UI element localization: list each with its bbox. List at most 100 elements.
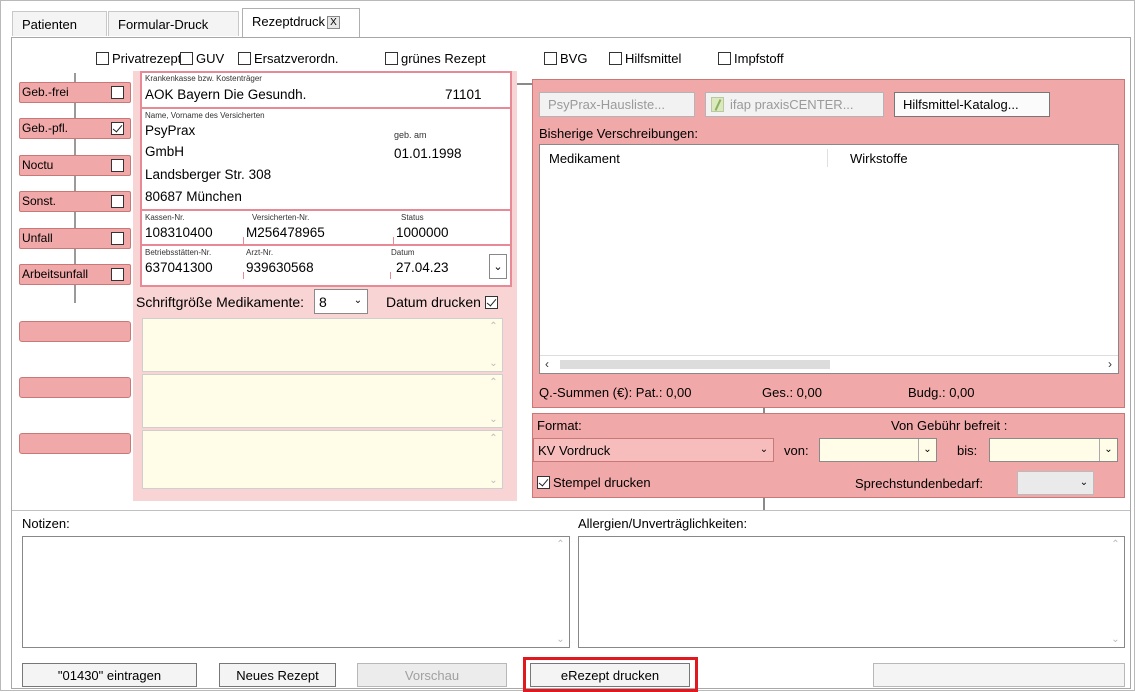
checkbox-datum-drucken[interactable]: Datum drucken xyxy=(386,294,501,310)
divider xyxy=(142,244,510,246)
von-date-select[interactable]: ⌄ xyxy=(819,438,937,462)
checkbox-box[interactable] xyxy=(111,159,124,172)
kassen-value: 108310400 xyxy=(145,225,213,240)
scrollbar[interactable]: ⌃ ⌄ xyxy=(485,319,502,371)
button-label: ifap praxisCENTER... xyxy=(730,97,854,112)
hilfsmittel-katalog-button[interactable]: Hilfsmittel-Katalog... xyxy=(894,92,1050,117)
medication-3-button[interactable] xyxy=(19,433,131,454)
tab-formular-druck[interactable]: Formular-Druck xyxy=(108,11,239,36)
scrollbar[interactable]: ⌃ ⌄ xyxy=(485,375,502,427)
toggle-unfall[interactable]: Unfall xyxy=(19,228,131,249)
toggle-geb-frei[interactable]: Geb.-frei xyxy=(19,82,131,103)
datum-value: 27.04.23 xyxy=(396,260,449,275)
chevron-left-icon[interactable]: ‹ xyxy=(545,357,549,371)
chevron-up-icon: ⌃ xyxy=(489,377,498,388)
medication-1-input[interactable]: ⌃ ⌄ xyxy=(142,318,503,372)
ifap-praxiscenter-button[interactable]: ifap praxisCENTER... xyxy=(705,92,884,117)
divider xyxy=(142,107,510,109)
allergien-input[interactable]: ⌃ ⌄ xyxy=(578,536,1125,648)
toggle-sonst[interactable]: Sonst. xyxy=(19,191,131,212)
font-size-select[interactable]: 8 ⌄ xyxy=(314,289,368,314)
medication-1-button[interactable] xyxy=(19,321,131,342)
checkbox-box[interactable] xyxy=(111,122,124,135)
checkbox-hilfsmittel[interactable]: Hilfsmittel xyxy=(609,51,681,66)
checkbox-label: Hilfsmittel xyxy=(625,51,682,66)
status-bar xyxy=(873,663,1125,687)
column-header-wirkstoffe[interactable]: Wirkstoffe xyxy=(850,151,908,166)
divider xyxy=(390,272,391,279)
divider xyxy=(243,237,244,244)
button-label: "01430" eintragen xyxy=(57,668,162,683)
format-label: Format: xyxy=(537,418,582,433)
scrollbar[interactable]: ⌃ ⌄ xyxy=(552,537,569,647)
checkbox-guv[interactable]: GUV xyxy=(180,51,224,66)
button-label: Hilfsmittel-Katalog... xyxy=(903,97,1019,112)
chevron-up-icon: ⌃ xyxy=(1111,539,1120,550)
toggle-label: Geb.-frei xyxy=(22,85,69,99)
checkbox-box[interactable] xyxy=(385,52,398,65)
horizontal-scrollbar[interactable]: ‹ › xyxy=(540,355,1118,373)
checkbox-box[interactable] xyxy=(111,268,124,281)
sprechstundenbedarf-select[interactable]: ⌄ xyxy=(1017,471,1094,495)
checkbox-box[interactable] xyxy=(544,52,557,65)
medication-3-input[interactable]: ⌃ ⌄ xyxy=(142,430,503,489)
chevron-down-icon: ⌄ xyxy=(918,439,936,461)
format-select[interactable]: KV Vordruck ⌄ xyxy=(533,438,774,462)
vorschau-button[interactable]: Vorschau xyxy=(357,663,507,687)
divider xyxy=(243,272,244,279)
medication-2-input[interactable]: ⌃ ⌄ xyxy=(142,374,503,428)
ifap-icon xyxy=(711,97,724,112)
neues-rezept-button[interactable]: Neues Rezept xyxy=(219,663,336,687)
checkbox-impfstoff[interactable]: Impfstoff xyxy=(718,51,784,66)
street: Landsberger Str. 308 xyxy=(145,167,272,182)
divider xyxy=(142,209,510,211)
arzt-value: 939630568 xyxy=(246,260,314,275)
prescription-history-list[interactable]: Medikament Wirkstoffe ‹ › xyxy=(539,144,1119,374)
befreit-label: Von Gebühr befreit : xyxy=(891,418,1008,433)
bis-date-select[interactable]: ⌄ xyxy=(989,438,1118,462)
checkbox-box[interactable] xyxy=(484,296,498,309)
psyprax-hausliste-button[interactable]: PsyPrax-Hausliste... xyxy=(539,92,695,117)
scrollbar[interactable]: ⌃ ⌄ xyxy=(1107,537,1124,647)
chevron-right-icon[interactable]: › xyxy=(1108,357,1112,371)
von-label: von: xyxy=(784,443,809,458)
checkbox-stempel-drucken[interactable]: Stempel drucken xyxy=(537,475,651,490)
01430-eintragen-button[interactable]: "01430" eintragen xyxy=(22,663,197,687)
checkbox-box[interactable] xyxy=(609,52,622,65)
notizen-input[interactable]: ⌃ ⌄ xyxy=(22,536,570,648)
divider xyxy=(763,498,765,510)
tab-rezeptdruck[interactable]: Rezeptdruck X xyxy=(242,8,360,37)
toggle-label: Noctu xyxy=(22,158,54,172)
checkbox-ersatzverordnung[interactable]: Ersatzverordn. xyxy=(238,51,339,66)
column-header-medikament[interactable]: Medikament xyxy=(549,151,620,166)
checkbox-box[interactable] xyxy=(111,195,124,208)
medication-2-button[interactable] xyxy=(19,377,131,398)
toggle-geb-pfl[interactable]: Geb.-pfl. xyxy=(19,118,131,139)
dob-value: 01.01.1998 xyxy=(394,146,462,161)
tab-label: Rezeptdruck xyxy=(252,14,325,29)
checkbox-box[interactable] xyxy=(238,52,251,65)
checkbox-box[interactable] xyxy=(111,86,124,99)
tab-label: Patienten xyxy=(22,17,77,32)
tab-patienten[interactable]: Patienten xyxy=(12,11,107,36)
checkbox-box[interactable] xyxy=(111,232,124,245)
checkbox-box[interactable] xyxy=(537,476,550,489)
toggle-noctu[interactable]: Noctu xyxy=(19,155,131,176)
button-label: eRezept drucken xyxy=(560,668,660,683)
checkbox-gruenes-rezept[interactable]: grünes Rezept xyxy=(385,51,486,66)
checkbox-label: Privatrezept xyxy=(112,51,182,66)
checkbox-bvg[interactable]: BVG xyxy=(544,51,587,66)
app-window: Patienten Formular-Druck Rezeptdruck X Pr… xyxy=(0,0,1135,692)
scrollbar-thumb[interactable] xyxy=(560,360,830,369)
close-tab-icon[interactable]: X xyxy=(326,16,340,29)
checkbox-box[interactable] xyxy=(96,52,109,65)
chevron-down-icon: ⌄ xyxy=(489,358,498,369)
sum-budg: Budg.: 0,00 xyxy=(908,385,975,400)
checkbox-box[interactable] xyxy=(718,52,731,65)
datum-dropdown-button[interactable]: ⌄ xyxy=(489,254,507,279)
toggle-arbeitsunfall[interactable]: Arbeitsunfall xyxy=(19,264,131,285)
scrollbar[interactable]: ⌃ ⌄ xyxy=(485,431,502,488)
checkbox-box[interactable] xyxy=(180,52,193,65)
checkbox-privatrezept[interactable]: Privatrezept xyxy=(96,51,181,66)
erezept-drucken-button[interactable]: eRezept drucken xyxy=(530,663,690,687)
